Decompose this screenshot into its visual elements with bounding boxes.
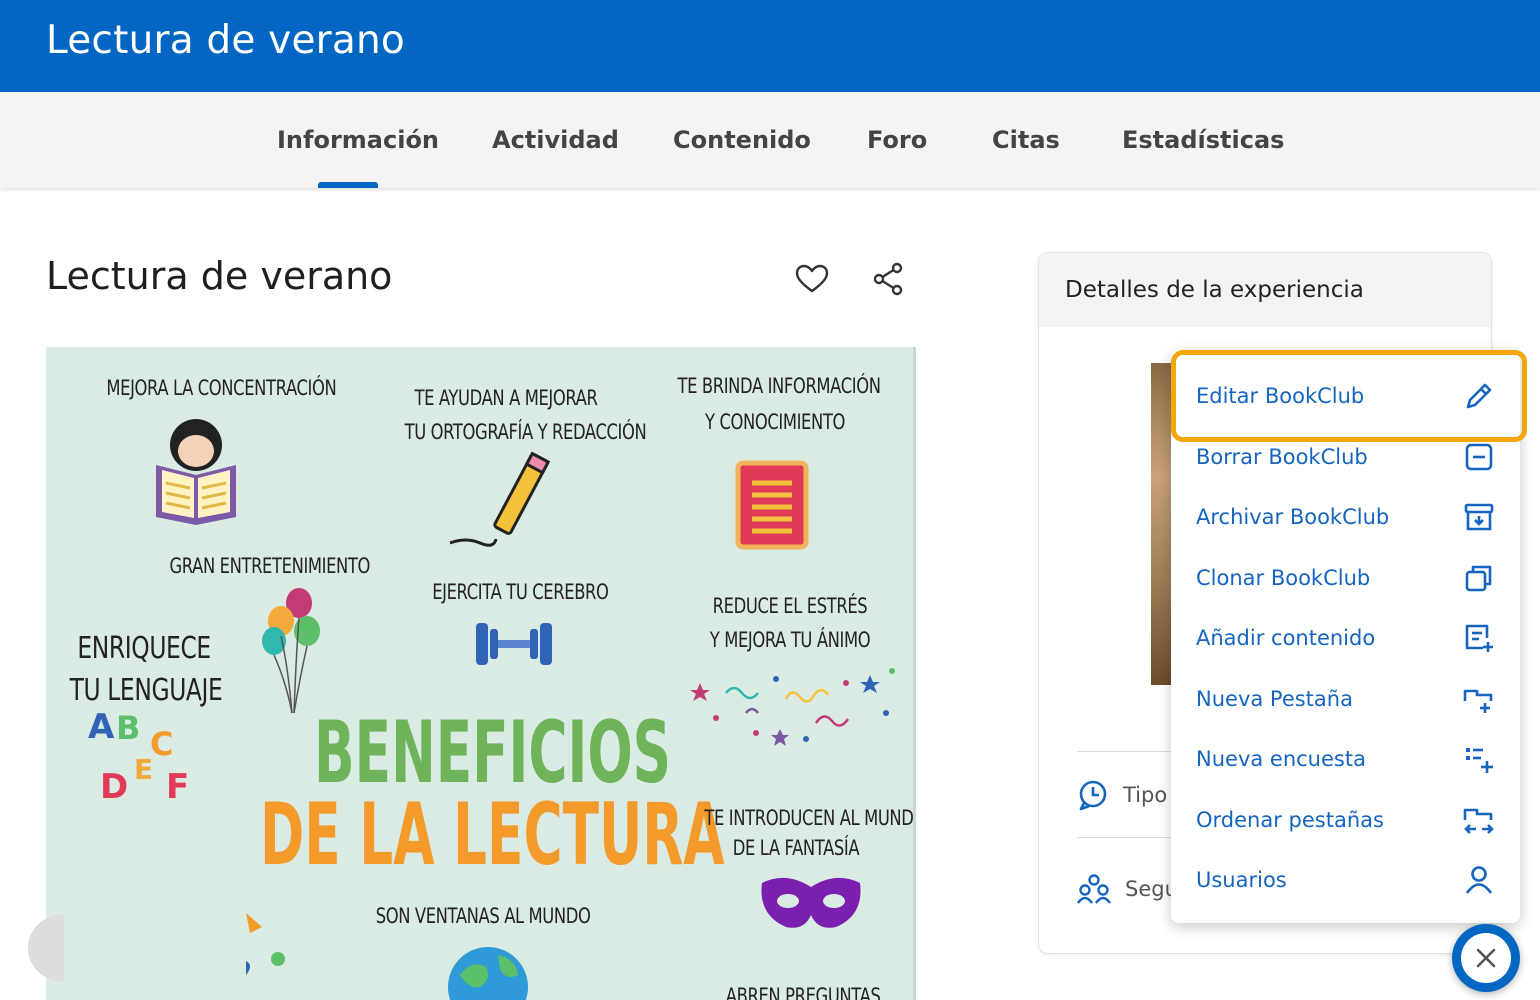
tab-citas[interactable]: Citas [992, 126, 1060, 154]
detail-label-seguidores: Segu [1125, 877, 1178, 901]
detail-label-tipo: Tipo [1123, 783, 1168, 807]
menu-label: Editar BookClub [1196, 384, 1365, 408]
letter-a: A [88, 707, 115, 747]
tab-informacion[interactable]: Información [277, 126, 439, 154]
menu-label: Añadir contenido [1196, 626, 1376, 650]
tab-foro[interactable]: Foro [867, 126, 927, 154]
caption-informacion-1: TE BRINDA INFORMACIÓN [677, 374, 881, 398]
active-tab-indicator [318, 182, 378, 188]
globe-icon [448, 947, 528, 1000]
dumbbell-icon [476, 623, 552, 665]
tab-bar: Información Actividad Contenido Foro Cit… [0, 92, 1540, 188]
menu-item-nueva-encuesta[interactable]: Nueva encuesta [1171, 729, 1520, 789]
caption-ventanas: SON VENTANAS AL MUNDO [375, 904, 591, 928]
favorite-button[interactable] [792, 259, 832, 299]
menu-item-nueva-pestana[interactable]: Nueva Pestaña [1171, 669, 1520, 729]
letter-b: B [116, 709, 141, 747]
letter-d: D [100, 767, 129, 807]
caption-preguntas: ABREN PREGUNTAS [725, 984, 881, 1000]
close-button-face [1461, 933, 1511, 983]
menu-item-editar[interactable]: Editar BookClub [1171, 366, 1520, 426]
menu-item-anadir-contenido[interactable]: Añadir contenido [1171, 608, 1520, 668]
chat-history-icon [1079, 780, 1107, 811]
caption-estres-1: REDUCE EL ESTRÉS [712, 594, 868, 618]
new-tab-icon [1462, 682, 1496, 716]
caption-fantasia-1: TE INTRODUCEN AL MUNDO [704, 806, 916, 830]
tab-contenido[interactable]: Contenido [673, 126, 811, 154]
tab-estadisticas[interactable]: Estadísticas [1122, 126, 1284, 154]
menu-label: Usuarios [1196, 868, 1287, 892]
page-title: Lectura de verano [46, 254, 393, 298]
caption-cerebro: EJERCITA TU CEREBRO [432, 580, 609, 604]
balloons-icon [262, 588, 320, 714]
benefits-infographic: MEJORA LA CONCENTRACIÓN TE AYUDAN A MEJO… [46, 347, 916, 1000]
pencil-drawing-icon [449, 451, 551, 547]
menu-label: Nueva Pestaña [1196, 687, 1353, 711]
caption-lenguaje-2: TU LENGUAJE [69, 673, 223, 708]
caption-ortografia-1: TE AYUDAN A MEJORAR [414, 386, 598, 410]
card-title: Detalles de la experiencia [1065, 277, 1364, 303]
share-button[interactable] [868, 259, 908, 299]
mask-icon [761, 877, 861, 928]
new-survey-icon [1462, 742, 1496, 776]
caption-lenguaje-1: ENRIQUECE [77, 631, 211, 666]
document-icon [735, 460, 809, 550]
menu-item-archivar[interactable]: Archivar BookClub [1171, 487, 1520, 547]
menu-label: Nueva encuesta [1196, 747, 1366, 771]
add-content-icon [1462, 621, 1496, 655]
menu-label: Borrar BookClub [1196, 445, 1368, 469]
menu-item-clonar[interactable]: Clonar BookClub [1171, 548, 1520, 608]
caption-concentracion: MEJORA LA CONCENTRACIÓN [106, 376, 337, 400]
archive-icon [1462, 500, 1496, 534]
group-icon [1077, 874, 1111, 904]
pencil-icon [1462, 379, 1496, 413]
heart-icon [795, 264, 829, 293]
card-header: Detalles de la experiencia [1039, 253, 1491, 327]
party-fragment-icon [246, 913, 285, 975]
menu-label: Archivar BookClub [1196, 505, 1390, 529]
scroll-handle[interactable] [28, 915, 64, 981]
menu-label: Clonar BookClub [1196, 566, 1371, 590]
close-icon [1476, 948, 1496, 968]
user-icon [1462, 863, 1496, 897]
caption-ortografia-2: TU ORTOGRAFÍA Y REDACCIÓN [404, 420, 647, 444]
letter-f: F [166, 767, 190, 807]
delete-box-icon [1462, 440, 1496, 474]
caption-estres-2: Y MEJORA TU ÁNIMO [709, 628, 871, 652]
caption-informacion-2: Y CONOCIMIENTO [705, 410, 845, 434]
letter-c: C [150, 725, 174, 763]
poster-title-line-2: DE LA LECTURA [260, 785, 725, 885]
header-title: Lectura de verano [46, 18, 405, 63]
menu-label: Ordenar pestañas [1196, 808, 1384, 832]
menu-item-usuarios[interactable]: Usuarios [1171, 850, 1520, 910]
menu-item-borrar[interactable]: Borrar BookClub [1171, 427, 1520, 487]
app-header: Lectura de verano [0, 0, 1540, 92]
letter-e: E [134, 753, 154, 786]
close-menu-button[interactable] [1452, 924, 1520, 992]
caption-entretenimiento: GRAN ENTRETENIMIENTO [169, 554, 371, 578]
confetti-icon [690, 668, 895, 746]
actions-menu: Editar BookClub Borrar BookClub Archivar… [1171, 350, 1520, 923]
caption-fantasia-2: DE LA FANTASÍA [732, 836, 860, 860]
menu-item-ordenar-pestanas[interactable]: Ordenar pestañas [1171, 790, 1520, 850]
clone-icon [1462, 561, 1496, 595]
reader-icon [156, 419, 236, 525]
sort-tabs-icon [1462, 803, 1496, 837]
share-icon [873, 262, 903, 296]
tab-actividad[interactable]: Actividad [492, 126, 619, 154]
